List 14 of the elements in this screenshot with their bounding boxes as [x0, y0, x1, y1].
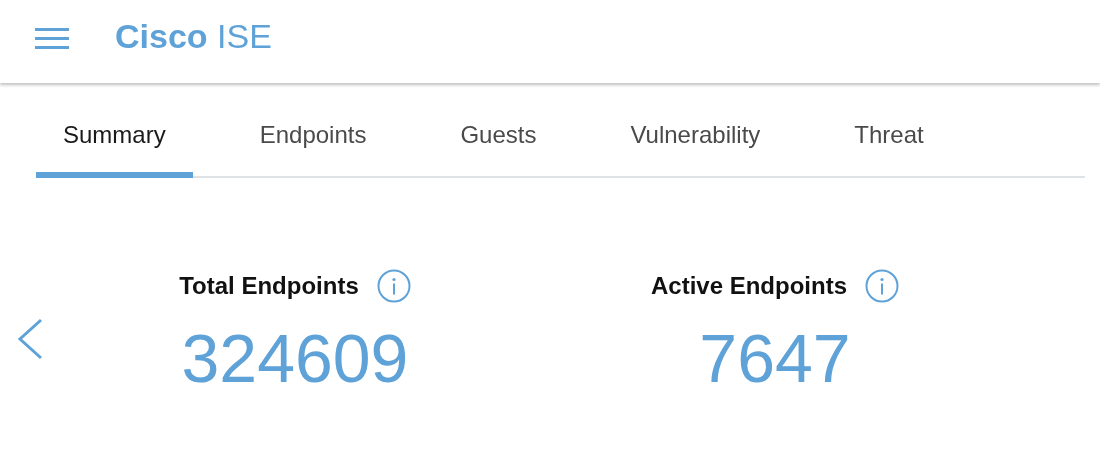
info-icon[interactable]: [865, 269, 899, 303]
app-title: Cisco ISE: [115, 16, 272, 57]
tab[interactable]: Vulnerability: [603, 98, 788, 178]
menu-icon[interactable]: [35, 27, 69, 50]
tab[interactable]: Endpoints: [232, 98, 394, 178]
chevron-left-icon[interactable]: [16, 318, 44, 360]
stat-label: Active Endpoints: [651, 271, 847, 301]
info-icon[interactable]: [376, 269, 411, 303]
stat-label: Total Endpoints: [179, 271, 359, 301]
tab[interactable]: Summary: [36, 98, 193, 178]
stat-value: 7647: [699, 324, 851, 392]
tab[interactable]: Threat: [827, 98, 951, 178]
tab[interactable]: Guests: [433, 98, 564, 178]
stat-value: 324609: [181, 324, 409, 392]
